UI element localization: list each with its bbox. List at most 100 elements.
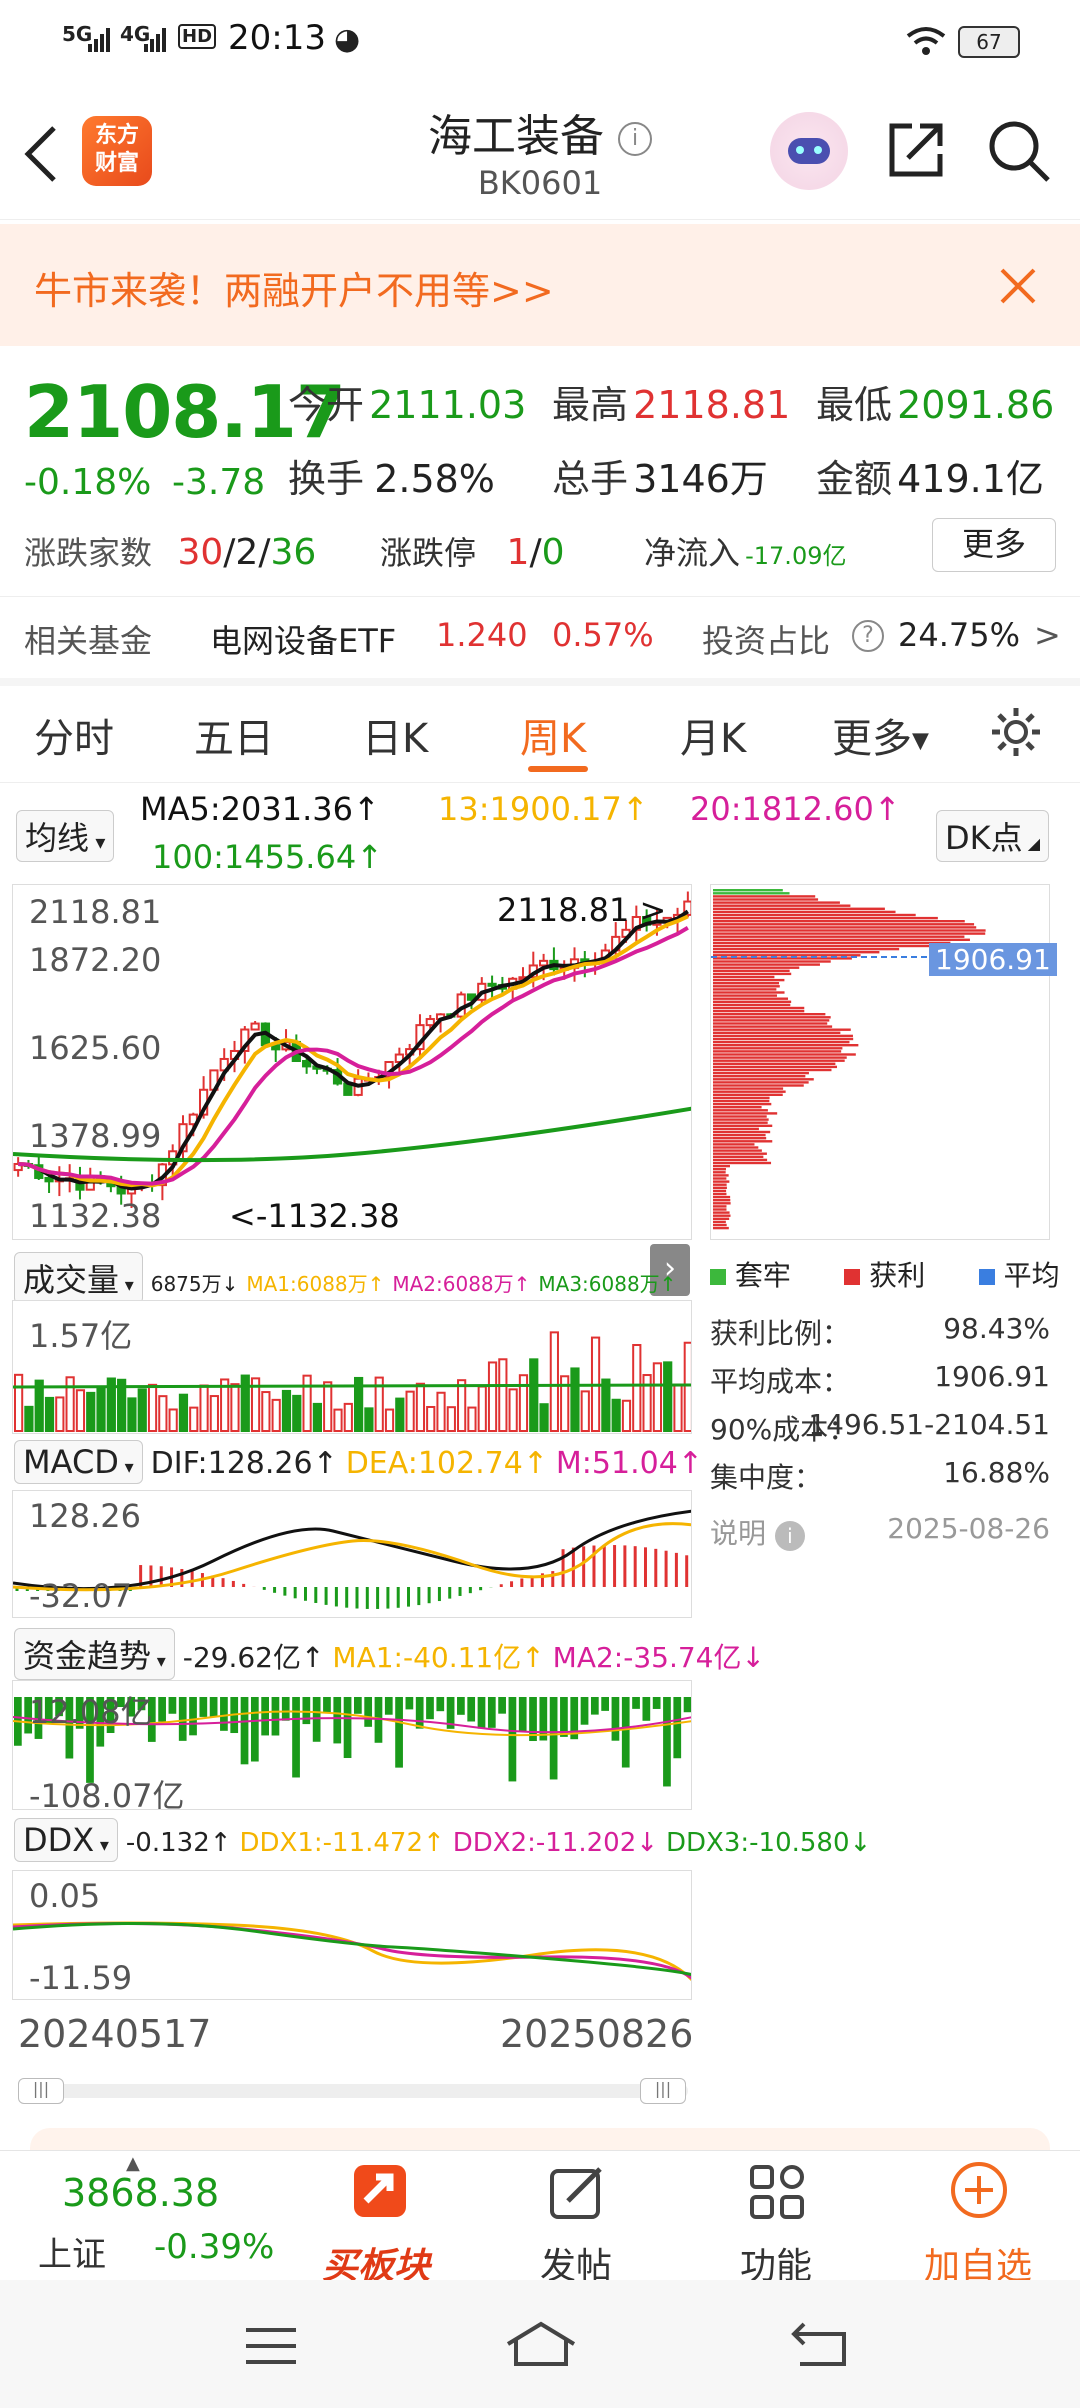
ma20-value: 20:1812.60↑ — [690, 790, 901, 828]
range-scroller[interactable] — [18, 2084, 688, 2098]
volume-field: 总手 3146万 — [552, 457, 768, 501]
volume-chart[interactable]: 1.57亿 — [12, 1300, 692, 1434]
fund-trend-header: 资金趋势 ▾ -29.62亿↑ MA1:-40.11亿↑ MA2:-35.74亿… — [14, 1628, 765, 1680]
chip-bar — [713, 1019, 830, 1022]
volume-bar — [189, 1406, 199, 1433]
promo-banner[interactable]: 牛市来袭！两融开户不用等>> — [0, 224, 1080, 346]
banner-text: 牛市来袭！两融开户不用等>> — [34, 269, 554, 313]
tab-five-day[interactable]: 五日 — [194, 706, 274, 764]
kline-y-label-3: 1625.60 — [29, 1029, 162, 1067]
fund-bar — [467, 1697, 476, 1722]
avg-cost-row: 平均成本： 1906.91 — [710, 1360, 1050, 1398]
close-icon[interactable] — [998, 266, 1038, 306]
chip-bar — [713, 932, 986, 935]
fund-bar — [508, 1697, 517, 1782]
menu-icon[interactable] — [244, 2326, 298, 2366]
range-handle-right[interactable]: ||| — [640, 2078, 686, 2104]
chip-bar — [713, 929, 986, 932]
clock: 20:13 — [228, 18, 326, 58]
tab-intraday[interactable]: 分时 — [34, 706, 114, 764]
chip-bar — [713, 951, 880, 954]
volume-bar — [209, 1395, 219, 1433]
chip-bar — [713, 1226, 729, 1230]
dk-point-button[interactable]: DK点 ◢ — [936, 810, 1050, 862]
chip-bar — [713, 1143, 755, 1146]
chip-bar — [713, 1168, 726, 1171]
volume-bar — [426, 1405, 436, 1432]
kline-y-label-4: 1378.99 — [29, 1117, 162, 1155]
ddx-header: DDX ▾ -0.132↑ DDX1:-11.472↑ DDX2:-11.202… — [14, 1818, 871, 1862]
candle-body — [539, 959, 549, 967]
fund-trend-chart[interactable]: 12.08亿 -108.07亿 — [12, 1680, 692, 1810]
plus-circle-icon — [951, 2162, 1007, 2218]
volume-bar — [632, 1344, 642, 1433]
settings-gear-icon[interactable] — [988, 704, 1044, 760]
volume-bar — [642, 1374, 652, 1432]
assistant-robot-icon[interactable] — [770, 112, 848, 190]
chip-bar — [713, 1040, 850, 1044]
chevron-right-icon[interactable]: > — [1034, 616, 1061, 654]
volume-header: 成交量 ▾ 6875万↓ MA1:6088万↑ MA2:6088万↑ MA3:6… — [14, 1252, 676, 1304]
date-start: 20240517 — [18, 2012, 212, 2056]
fund-bar — [240, 1697, 249, 1765]
ma-selector[interactable]: 均线 ▾ — [16, 810, 115, 862]
chip-bar — [713, 1009, 805, 1013]
chip-bar — [713, 1028, 851, 1031]
kline-y-label-2: 1872.20 — [29, 941, 162, 979]
note-row[interactable]: 说明 i 2025-08-26 — [710, 1512, 1050, 1552]
chip-bar — [713, 944, 934, 948]
help-icon[interactable]: ? — [852, 620, 884, 652]
breadth-field: 涨跌家数 30/2/36 — [24, 532, 317, 573]
tab-more[interactable]: 更多▼ — [832, 706, 929, 764]
fund-price: 1.240 — [436, 616, 528, 654]
fund-bar — [642, 1697, 651, 1721]
fund-name[interactable]: 电网设备ETF — [210, 616, 396, 662]
volume-bar — [446, 1406, 456, 1432]
tab-monthly-k[interactable]: 月K — [680, 706, 746, 764]
open-field: 今开 2111.03 — [288, 383, 527, 427]
home-icon[interactable] — [504, 2320, 578, 2368]
kline-chart[interactable]: 2118.81 1872.20 1625.60 1378.99 1132.38 … — [12, 884, 692, 1240]
netflow-field: 净流入 -17.09亿 — [644, 534, 847, 572]
bottom-bar: ▲ 3868.38 上证 -0.39% 买板块 发帖 功能 加自选 — [0, 2150, 1080, 2287]
distribution-legend: 套牢 获利 平均 — [710, 1254, 1060, 1294]
fund-bar — [477, 1697, 486, 1729]
chip-bar — [713, 889, 783, 892]
more-button[interactable]: 更多 — [932, 518, 1056, 572]
chip-bar — [713, 1099, 770, 1103]
volume-bar — [415, 1382, 426, 1433]
chip-bar — [713, 994, 777, 997]
index-value[interactable]: 3868.38 — [62, 2171, 219, 2215]
hd-icon: HD — [178, 24, 217, 49]
fund-pct: 0.57% — [552, 616, 654, 654]
tab-daily-k[interactable]: 日K — [362, 706, 428, 764]
signal-bars-icon — [88, 28, 110, 52]
macd-selector[interactable]: MACD ▾ — [14, 1440, 143, 1484]
volume-bar — [621, 1399, 632, 1432]
chip-distribution[interactable]: 1906.91 — [710, 884, 1057, 1240]
back-nav-icon[interactable] — [790, 2320, 850, 2370]
chip-bar — [713, 1037, 854, 1041]
volume-bar — [518, 1374, 529, 1432]
fund-bar — [281, 1697, 290, 1721]
chip-bar — [713, 1003, 791, 1007]
fund-bar — [580, 1697, 589, 1725]
chip-bar — [713, 926, 977, 929]
fund-trend-selector[interactable]: 资金趋势 ▾ — [14, 1628, 175, 1680]
info-icon[interactable]: i — [618, 122, 652, 156]
search-icon[interactable] — [986, 118, 1052, 184]
range-handle-left[interactable]: ||| — [18, 2078, 64, 2104]
chip-bar — [713, 920, 965, 923]
chip-bar — [713, 1186, 727, 1189]
fund-bar — [601, 1697, 609, 1711]
ddx-chart[interactable]: 0.05 -11.59 — [12, 1870, 692, 2000]
fund-bar — [189, 1697, 197, 1736]
macd-chart[interactable]: 128.26 -32.07 — [12, 1490, 692, 1618]
ddx-selector[interactable]: DDX ▾ — [14, 1818, 118, 1862]
info-circle-icon: i — [774, 1521, 805, 1551]
active-tab-indicator — [528, 766, 588, 772]
candle-body — [487, 982, 497, 987]
share-icon[interactable] — [884, 118, 948, 182]
tab-weekly-k[interactable]: 周K — [520, 706, 586, 764]
volume-selector[interactable]: 成交量 ▾ — [14, 1252, 143, 1304]
